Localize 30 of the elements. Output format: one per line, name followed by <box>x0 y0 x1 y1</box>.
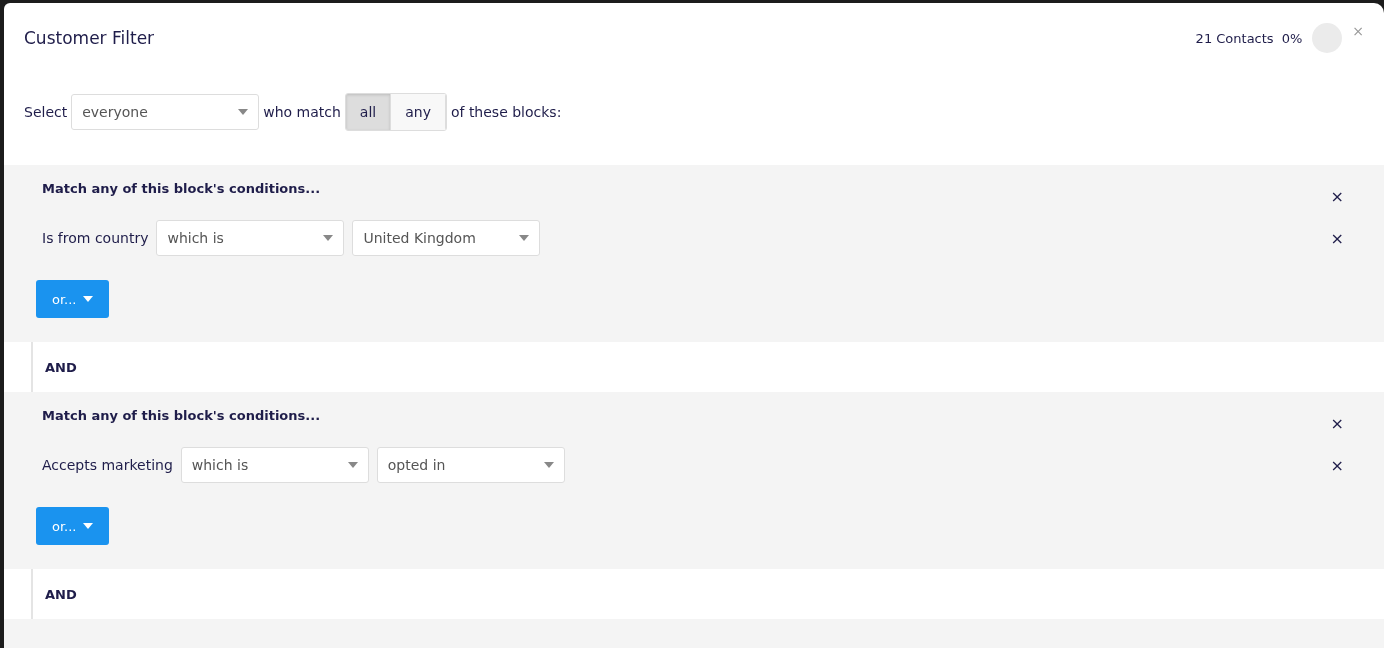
caret-icon <box>323 235 334 241</box>
value-dropdown[interactable]: opted in <box>376 447 565 483</box>
caret-icon <box>347 462 358 468</box>
select-label: Select <box>24 104 68 120</box>
operator-dropdown[interactable]: which is <box>156 220 345 256</box>
condition-field: Accepts marketing <box>42 457 173 473</box>
caret-icon <box>82 523 93 529</box>
caret-icon <box>82 296 93 302</box>
and-label: AND <box>45 586 77 602</box>
match-option[interactable]: any <box>391 94 446 130</box>
dialog-title: Customer Filter <box>24 28 156 48</box>
caret-icon <box>238 109 249 115</box>
caret-icon <box>519 235 530 241</box>
remove-condition-button[interactable]: × <box>1330 455 1344 475</box>
and-label: AND <box>45 359 77 375</box>
match-option[interactable]: all <box>345 94 392 130</box>
value-dropdown[interactable]: United Kingdom <box>352 220 541 256</box>
block-heading: Match any of this block's conditions... <box>42 408 321 423</box>
remove-block-button[interactable]: × <box>1330 414 1344 433</box>
condition-field: Is from country <box>42 230 149 246</box>
remove-block-button[interactable]: × <box>1330 187 1344 206</box>
remove-condition-button[interactable]: × <box>1330 228 1344 248</box>
contacts-count: 21 Contacts <box>1195 30 1274 46</box>
block-heading: Match any of this block's conditions... <box>42 181 321 196</box>
operator-dropdown[interactable]: which is <box>180 447 369 483</box>
caret-icon <box>543 462 554 468</box>
blocks-label: of these blocks: <box>450 104 562 120</box>
percent-label: 0% <box>1281 30 1303 46</box>
audience-dropdown[interactable]: everyone <box>71 94 260 130</box>
match-label: who match <box>263 104 341 120</box>
